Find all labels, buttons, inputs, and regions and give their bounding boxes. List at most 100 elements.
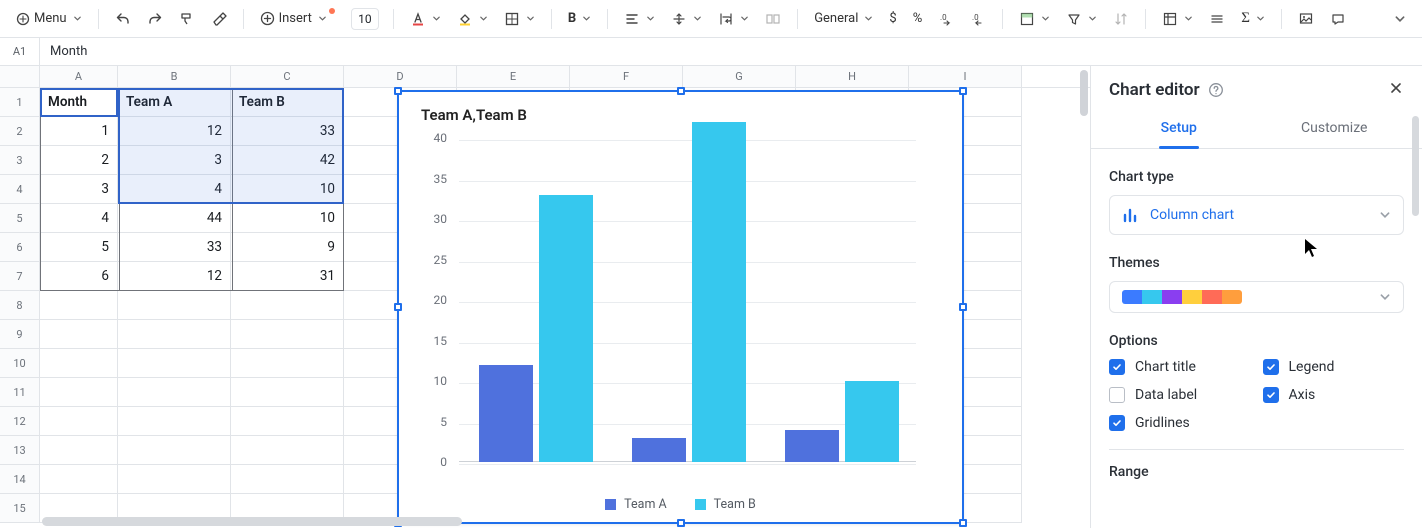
clear-format-button[interactable] <box>205 5 233 33</box>
resize-handle[interactable] <box>394 303 402 311</box>
select-all-corner[interactable] <box>0 66 40 87</box>
resize-handle[interactable] <box>959 87 967 95</box>
bold-button[interactable]: B <box>562 5 597 33</box>
help-icon[interactable] <box>1208 82 1224 98</box>
section-label: Range <box>1109 464 1404 480</box>
col-header[interactable]: G <box>683 66 796 87</box>
col-header[interactable]: B <box>118 66 231 87</box>
text-color-icon <box>410 11 426 27</box>
vertical-align-button[interactable] <box>665 5 708 33</box>
checkbox[interactable] <box>1109 415 1125 431</box>
data-validation-button[interactable] <box>1203 5 1231 33</box>
theme-swatch <box>1182 290 1202 304</box>
spreadsheet-grid[interactable]: A B C D E F G H I 1MonthTeam ATeam B2112… <box>0 66 1090 528</box>
sort-button[interactable] <box>1107 5 1135 33</box>
chevron-down-icon <box>318 14 327 23</box>
col-header[interactable]: I <box>909 66 1022 87</box>
tab-setup[interactable]: Setup <box>1101 110 1257 148</box>
gridline <box>459 302 916 303</box>
redo-button[interactable] <box>141 5 169 33</box>
chevron-down-icon <box>1394 13 1406 25</box>
theme-select[interactable] <box>1109 281 1404 313</box>
col-header[interactable]: F <box>570 66 683 87</box>
number-format-button[interactable]: General <box>808 5 879 33</box>
currency-button[interactable]: $ <box>883 5 902 33</box>
y-tick-label: 20 <box>434 293 448 307</box>
font-size-input[interactable]: 10 <box>351 8 379 30</box>
menu-label: Menu <box>34 11 67 26</box>
panel-scrollbar[interactable] <box>1412 116 1419 216</box>
close-button[interactable] <box>1388 80 1404 100</box>
svg-text:.0: .0 <box>940 13 947 22</box>
col-header[interactable]: E <box>457 66 570 87</box>
percent-button[interactable]: % <box>907 5 929 33</box>
align-left-icon <box>624 11 640 27</box>
dollar-icon: $ <box>889 11 896 26</box>
filter-button[interactable] <box>1060 5 1103 33</box>
chart-object[interactable]: Team A,Team B 0510152025303540 Team A Te… <box>398 91 963 523</box>
wrap-icon <box>718 11 734 27</box>
undo-icon <box>115 11 131 27</box>
image-button[interactable] <box>1292 5 1320 33</box>
toolbar-more-button[interactable] <box>1388 5 1412 33</box>
option-axis[interactable]: Axis <box>1263 387 1405 403</box>
resize-handle[interactable] <box>959 519 967 527</box>
menu-button[interactable]: Menu <box>10 5 88 33</box>
bar <box>785 430 839 462</box>
option-legend[interactable]: Legend <box>1263 359 1405 375</box>
chevron-down-icon <box>646 14 655 23</box>
option-label: Axis <box>1289 387 1316 403</box>
comment-button[interactable] <box>1324 5 1352 33</box>
option-gridlines[interactable]: Gridlines <box>1109 415 1251 431</box>
col-header[interactable]: C <box>231 66 344 87</box>
option-chart_title[interactable]: Chart title <box>1109 359 1251 375</box>
col-header[interactable]: H <box>796 66 909 87</box>
resize-handle[interactable] <box>959 303 967 311</box>
increase-decimal-button[interactable]: .0 <box>964 5 992 33</box>
checkbox[interactable] <box>1109 359 1125 375</box>
horizontal-scrollbar[interactable] <box>42 517 462 526</box>
tab-customize[interactable]: Customize <box>1257 110 1413 148</box>
y-tick-label: 35 <box>434 172 448 186</box>
section-label: Options <box>1109 333 1404 349</box>
merge-icon <box>765 11 781 27</box>
gridline <box>459 343 916 344</box>
chevron-down-icon <box>432 14 441 23</box>
bar <box>539 195 593 462</box>
checkbox[interactable] <box>1263 387 1279 403</box>
decrease-decimal-button[interactable]: .0 <box>932 5 960 33</box>
functions-button[interactable]: Σ <box>1235 5 1271 33</box>
text-color-button[interactable] <box>404 5 447 33</box>
pivot-button[interactable] <box>1156 5 1199 33</box>
undo-button[interactable] <box>109 5 137 33</box>
merge-button[interactable] <box>759 5 787 33</box>
theme-swatch <box>1222 290 1242 304</box>
section-label: Themes <box>1109 255 1404 271</box>
checkbox[interactable] <box>1109 387 1125 403</box>
data-validation-icon <box>1209 11 1225 27</box>
redo-icon <box>147 11 163 27</box>
option-data_label[interactable]: Data label <box>1109 387 1251 403</box>
resize-handle[interactable] <box>677 519 685 527</box>
resize-handle[interactable] <box>677 87 685 95</box>
fill-color-button[interactable] <box>451 5 494 33</box>
selection-overlay <box>118 88 344 204</box>
col-header[interactable]: D <box>344 66 457 87</box>
active-cell-overlay <box>40 88 118 117</box>
col-header[interactable]: A <box>40 66 118 87</box>
borders-button[interactable] <box>498 5 541 33</box>
horizontal-align-button[interactable] <box>618 5 661 33</box>
name-box[interactable]: A1 <box>0 38 40 65</box>
chart-type-select[interactable]: Column chart <box>1109 195 1404 235</box>
insert-button[interactable]: Insert <box>254 5 343 33</box>
chevron-down-icon <box>1184 14 1193 23</box>
panel-tabs: Setup Customize <box>1091 110 1422 149</box>
insert-label: Insert <box>279 11 312 26</box>
resize-handle[interactable] <box>394 87 402 95</box>
formula-bar[interactable]: Month <box>40 44 1422 59</box>
paint-format-button[interactable] <box>173 5 201 33</box>
text-wrap-button[interactable] <box>712 5 755 33</box>
checkbox[interactable] <box>1263 359 1279 375</box>
conditional-format-button[interactable] <box>1013 5 1056 33</box>
vertical-scrollbar[interactable] <box>1080 70 1088 116</box>
